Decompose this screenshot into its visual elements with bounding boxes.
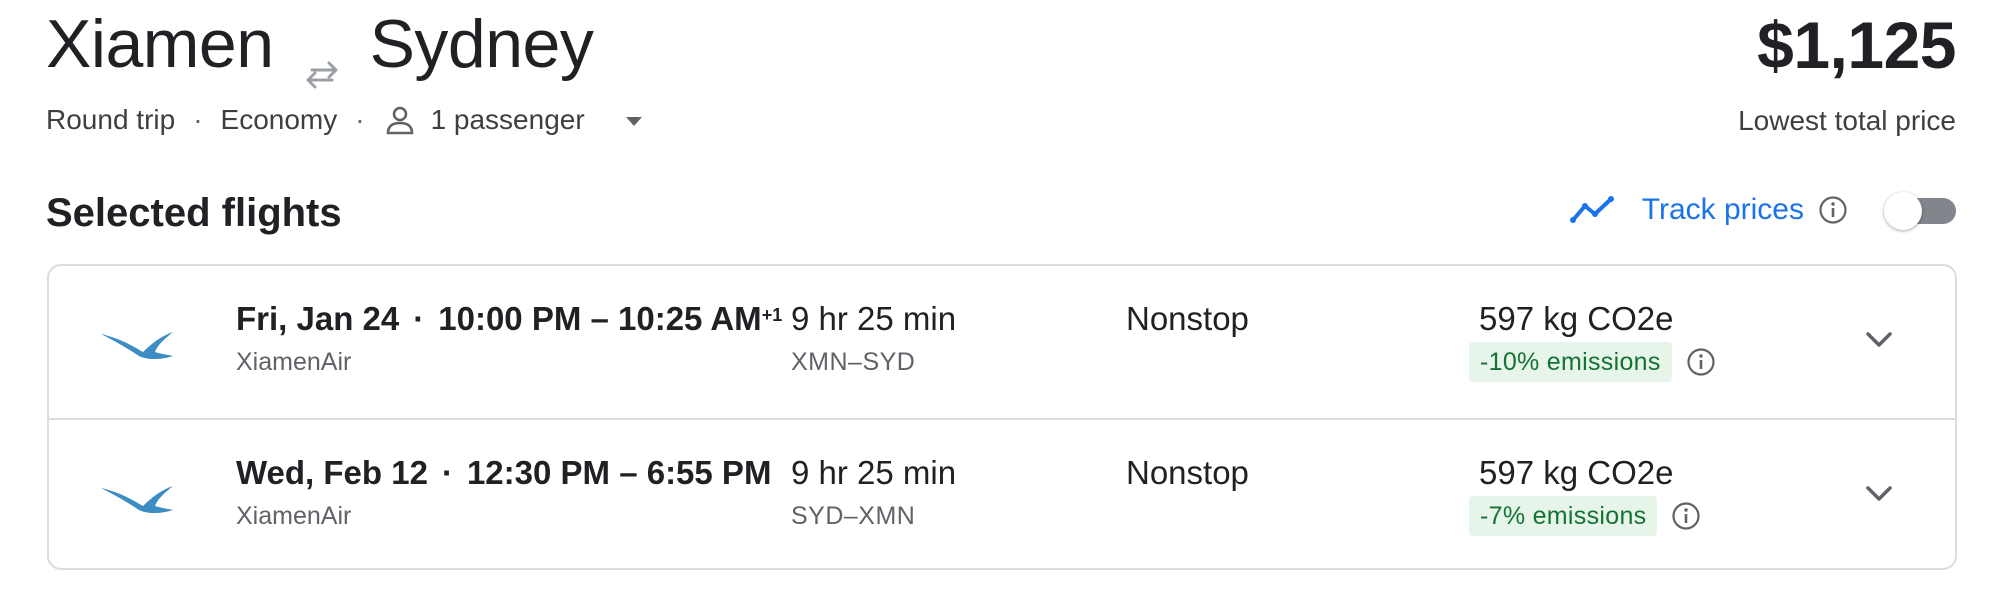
flight-duration: 9 hr 25 min bbox=[791, 300, 957, 337]
emissions-badge: -7% emissions bbox=[1469, 496, 1658, 536]
cabin-class: Economy bbox=[220, 104, 338, 135]
separator-dot: · bbox=[413, 300, 425, 337]
passenger-count: 1 passenger bbox=[430, 104, 585, 135]
swap-arrows-icon bbox=[300, 28, 344, 89]
stops: Nonstop bbox=[1126, 454, 1249, 491]
airline-name: XiamenAir bbox=[236, 502, 352, 530]
track-prices-label[interactable]: Track prices bbox=[1642, 193, 1804, 227]
flight-row-outbound[interactable]: Fri, Jan 24 · 10:00 PM – 10:25 AM+1 Xiamen… bbox=[49, 266, 1955, 418]
airline-name: XiamenAir bbox=[236, 348, 352, 376]
co2-emissions: 597 kg CO2e bbox=[1479, 300, 1674, 337]
passenger-selector[interactable]: 1 passenger bbox=[383, 102, 647, 138]
flight-times: Wed, Feb 12 · 12:30 PM – 6:55 PM bbox=[236, 452, 771, 494]
xiamenair-logo-icon bbox=[99, 318, 175, 366]
flight-row-return[interactable]: Wed, Feb 12 · 12:30 PM – 6:55 PM XiamenAir… bbox=[49, 418, 1955, 568]
day-offset: +1 bbox=[761, 305, 783, 325]
emissions-info: -10% emissions bbox=[1469, 342, 1716, 382]
info-icon[interactable] bbox=[1671, 501, 1701, 531]
route-title: Xiamen Sydney bbox=[46, 4, 594, 89]
flight-date: Wed, Feb 12 bbox=[236, 454, 428, 491]
chevron-down-icon[interactable] bbox=[1859, 474, 1899, 514]
emissions-info: -7% emissions bbox=[1469, 496, 1701, 536]
separator-dot: · bbox=[355, 104, 365, 135]
section-title: Selected flights bbox=[46, 191, 342, 235]
trending-line-icon bbox=[1569, 194, 1618, 226]
co2-emissions: 597 kg CO2e bbox=[1479, 454, 1674, 491]
flight-time-range: 10:00 PM – 10:25 AM bbox=[438, 300, 762, 337]
xiamenair-logo-icon bbox=[99, 472, 175, 520]
toggle-knob bbox=[1884, 192, 1922, 230]
emissions-badge: -10% emissions bbox=[1469, 342, 1672, 382]
flight-times: Fri, Jan 24 · 10:00 PM – 10:25 AM+1 bbox=[236, 298, 782, 340]
separator-dot: · bbox=[441, 454, 453, 491]
flight-time-range: 12:30 PM – 6:55 PM bbox=[466, 454, 772, 491]
trip-type: Round trip bbox=[46, 104, 176, 135]
stops: Nonstop bbox=[1126, 300, 1249, 337]
origin-city: Xiamen bbox=[46, 6, 274, 82]
selected-flights-card: Fri, Jan 24 · 10:00 PM – 10:25 AM+1 Xiamen… bbox=[47, 264, 1957, 570]
flight-date: Fri, Jan 24 bbox=[236, 300, 400, 337]
person-icon bbox=[383, 103, 417, 137]
route-codes: SYD–XMN bbox=[791, 502, 916, 530]
trip-meta: Round trip · Economy · 1 passenger bbox=[46, 102, 647, 138]
track-prices-toggle[interactable] bbox=[1884, 190, 1956, 230]
destination-city: Sydney bbox=[369, 6, 594, 82]
route-codes: XMN–SYD bbox=[791, 348, 916, 376]
track-prices: Track prices bbox=[1569, 190, 1956, 230]
price-caption: Lowest total price bbox=[1738, 105, 1956, 136]
total-price: $1,125 bbox=[1757, 8, 1956, 82]
info-icon[interactable] bbox=[1818, 195, 1848, 225]
flight-duration: 9 hr 25 min bbox=[791, 454, 957, 491]
flight-summary-page: Xiamen Sydney $1,125 Lowest total price … bbox=[0, 0, 2006, 598]
info-icon[interactable] bbox=[1686, 347, 1716, 377]
chevron-down-icon[interactable] bbox=[1859, 320, 1899, 360]
caret-down-icon bbox=[621, 107, 647, 133]
separator-dot: · bbox=[193, 104, 203, 135]
